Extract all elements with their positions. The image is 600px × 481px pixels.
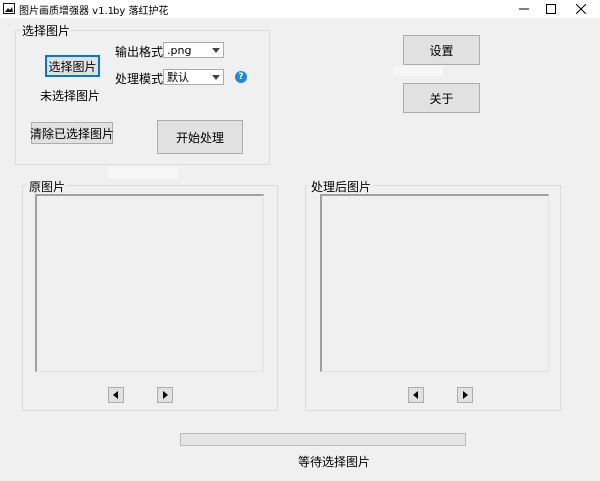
arrow-left-icon	[413, 391, 418, 399]
start-processing-button[interactable]: 开始处理	[157, 120, 243, 154]
original-prev-button[interactable]	[108, 387, 124, 403]
original-image-view	[35, 194, 264, 372]
close-icon	[576, 4, 586, 14]
processed-prev-button[interactable]	[408, 387, 424, 403]
settings-button[interactable]: 设置	[403, 35, 480, 65]
output-format-value: .png	[167, 44, 192, 57]
close-button[interactable]	[564, 0, 598, 18]
process-mode-select[interactable]: 默认	[163, 69, 224, 85]
maximize-icon	[546, 4, 556, 14]
window-title: 图片画质增强器 v1.1	[19, 6, 114, 17]
window-author: by 落红护花	[113, 6, 169, 17]
progress-bar	[180, 433, 466, 446]
original-image-label: 原图片	[27, 178, 68, 195]
process-mode-value: 默认	[167, 71, 189, 84]
arrow-right-icon	[163, 391, 168, 399]
watermark-strip	[108, 167, 178, 179]
arrow-left-icon	[113, 391, 118, 399]
image-icon	[3, 3, 15, 14]
progress-status: 等待选择图片	[298, 455, 371, 469]
arrow-right-icon	[463, 391, 468, 399]
process-mode-label: 处理模式	[115, 72, 164, 86]
clear-selection-button[interactable]: 清除已选择图片	[30, 122, 114, 144]
maximize-button[interactable]	[534, 0, 568, 18]
about-button[interactable]: 关于	[403, 83, 480, 113]
chevron-down-icon	[212, 48, 220, 53]
original-next-button[interactable]	[157, 387, 173, 403]
watermark-strip	[393, 66, 443, 76]
output-format-select[interactable]: .png	[163, 42, 224, 58]
chevron-down-icon	[212, 75, 220, 80]
processed-image-label: 处理后图片	[309, 178, 374, 195]
selection-status: 未选择图片	[40, 89, 101, 103]
select-image-group-label: 选择图片	[20, 22, 73, 39]
select-image-button[interactable]: 选择图片	[45, 55, 100, 77]
title-bar[interactable]: 图片画质增强器 v1.1 by 落红护花	[0, 0, 600, 18]
help-icon[interactable]: ?	[235, 71, 247, 83]
processed-next-button[interactable]	[457, 387, 473, 403]
minimize-icon	[519, 8, 529, 10]
processed-image-view	[320, 194, 549, 372]
output-format-label: 输出格式	[115, 45, 164, 59]
